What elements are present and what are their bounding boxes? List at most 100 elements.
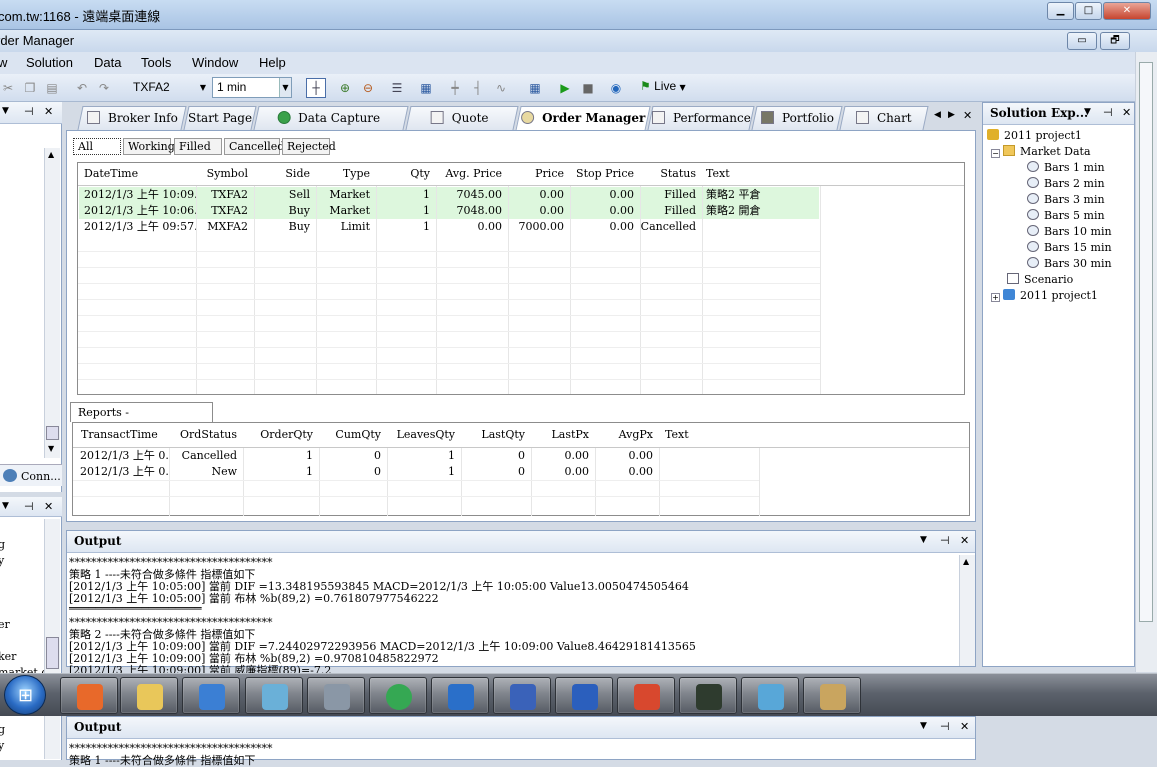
col-leaves-qty[interactable]: LeavesQty: [387, 424, 459, 446]
table-row[interactable]: 2012/1/3 上午 10:06... TXFA2 Buy Market 1 …: [79, 203, 819, 219]
chevron-down-icon[interactable]: ▼: [1084, 107, 1091, 117]
expand-icon[interactable]: +: [991, 293, 1000, 302]
table-row[interactable]: 2012/1/3 上午 0... New 1 0 1 0 0.00 0.00: [74, 464, 758, 480]
taskbar-app[interactable]: [555, 677, 613, 714]
doc-maximize-button[interactable]: 🗗: [1100, 32, 1130, 50]
redo-icon[interactable]: ↷: [96, 80, 112, 96]
globe-icon[interactable]: ◉: [608, 80, 624, 96]
tree-node-market-data[interactable]: − Market Data: [991, 144, 1091, 160]
scroll-thumb[interactable]: [46, 637, 59, 669]
col-type[interactable]: Type: [316, 163, 374, 185]
menu-tools[interactable]: Tools: [141, 55, 171, 70]
col-qty[interactable]: Qty: [376, 163, 434, 185]
close-icon[interactable]: ✕: [963, 109, 972, 122]
taskbar-app[interactable]: [741, 677, 799, 714]
zoom-in-icon[interactable]: ⊕: [337, 80, 353, 96]
col-text[interactable]: Text: [702, 163, 818, 185]
taskbar-app[interactable]: [369, 677, 427, 714]
start-button[interactable]: ⊞: [4, 675, 46, 715]
taskbar-app[interactable]: [431, 677, 489, 714]
scroll-up-icon[interactable]: ▲: [48, 150, 54, 159]
left-scrollbar-2[interactable]: [44, 519, 60, 759]
tree-node-bars[interactable]: Bars 2 min: [1027, 176, 1105, 192]
col-price[interactable]: Price: [508, 163, 568, 185]
col-transact-time[interactable]: TransactTime: [77, 424, 165, 446]
filter-tab-all[interactable]: All: [73, 138, 121, 155]
close-icon[interactable]: ✕: [960, 720, 969, 733]
tree-node-bars[interactable]: Bars 5 min: [1027, 208, 1105, 224]
col-side[interactable]: Side: [254, 163, 314, 185]
maximize-button[interactable]: □: [1075, 2, 1102, 20]
filter-tab-working[interactable]: Working: [123, 138, 175, 155]
pin-icon[interactable]: ⊣: [1103, 106, 1113, 119]
scroll-up-icon[interactable]: ▲: [963, 557, 969, 566]
taskbar-app[interactable]: [120, 677, 178, 714]
grid-icon[interactable]: ▦: [418, 80, 434, 96]
symbol-select[interactable]: TXFA2 ▼: [128, 77, 210, 98]
menu-window[interactable]: Window: [192, 55, 238, 70]
taskbar-app[interactable]: [493, 677, 551, 714]
tree-node-bars[interactable]: Bars 10 min: [1027, 224, 1112, 240]
doc-restore-button[interactable]: ▭: [1067, 32, 1097, 50]
taskbar-app[interactable]: [182, 677, 240, 714]
tree-node-project-2[interactable]: +2011 project1: [991, 288, 1098, 304]
taskbar-app[interactable]: [803, 677, 861, 714]
stop-icon[interactable]: ■: [580, 80, 596, 96]
minimize-button[interactable]: ▁: [1047, 2, 1074, 20]
close-icon[interactable]: ✕: [1122, 106, 1131, 119]
taskbar-app[interactable]: [307, 677, 365, 714]
scroll-left-icon[interactable]: ◀: [934, 110, 941, 120]
live-dropdown[interactable]: ⚑ Live ▼: [640, 79, 686, 93]
tree-node-project[interactable]: 2011 project1: [987, 128, 1082, 144]
col-report-text[interactable]: Text: [661, 424, 757, 446]
pin-icon[interactable]: ⊣: [940, 720, 950, 733]
tab-quote-monitor[interactable]: Quote Monitor: [405, 106, 519, 147]
col-symbol[interactable]: Symbol: [196, 163, 252, 185]
menu-data[interactable]: Data: [94, 55, 121, 70]
chevron-down-icon[interactable]: ▼: [920, 721, 927, 731]
col-avg-price[interactable]: Avg. Price: [436, 163, 506, 185]
interval-select[interactable]: 1 min ▼: [212, 77, 292, 98]
col-ord-status[interactable]: OrdStatus: [169, 424, 241, 446]
collapse-icon[interactable]: −: [991, 149, 1000, 158]
scroll-thumb[interactable]: [46, 426, 59, 440]
col-datetime[interactable]: DateTime: [80, 163, 196, 185]
crosshair-icon[interactable]: ┼: [306, 78, 326, 98]
tree-node-bars[interactable]: Bars 3 min: [1027, 192, 1105, 208]
left-scrollbar[interactable]: ▲ ▼: [44, 148, 60, 458]
col-last-qty[interactable]: LastQty: [461, 424, 529, 446]
candle-icon[interactable]: ┤: [470, 80, 486, 96]
tree-node-bars[interactable]: Bars 15 min: [1027, 240, 1112, 256]
taskbar-app[interactable]: [245, 677, 303, 714]
window-scrollbar[interactable]: [1135, 52, 1157, 672]
col-avg-px[interactable]: AvgPx: [595, 424, 657, 446]
filter-tab-rejected[interactable]: Rejected: [282, 138, 336, 155]
filter-tab-cancelled[interactable]: Cancelled: [224, 138, 284, 155]
menu-solution[interactable]: Solution: [26, 55, 73, 70]
tab-chart[interactable]: Chart: [839, 106, 929, 130]
col-last-px[interactable]: LastPx: [531, 424, 593, 446]
cut-icon[interactable]: ✂: [0, 80, 16, 96]
play-icon[interactable]: ▶: [557, 80, 573, 96]
table-row[interactable]: 2012/1/3 上午 0... Cancelled 1 0 1 0 0.00 …: [74, 448, 758, 464]
line-chart-icon[interactable]: ∿: [493, 80, 509, 96]
undo-icon[interactable]: ↶: [74, 80, 90, 96]
tab-broker-info[interactable]: Broker Info: [77, 106, 187, 130]
tab-start-page[interactable]: Start Page: [183, 106, 257, 130]
chevron-down-icon[interactable]: ▼: [920, 535, 927, 545]
reports-tab[interactable]: Reports - 120103095711 0: [70, 402, 213, 438]
close-icon[interactable]: ✕: [44, 500, 53, 513]
table-row[interactable]: 2012/1/3 上午 10:09... TXFA2 Sell Market 1…: [79, 187, 819, 203]
pin-icon[interactable]: ⊣: [24, 105, 34, 118]
pin-icon[interactable]: ⊣: [24, 500, 34, 513]
output-scrollbar[interactable]: ▲: [959, 555, 975, 666]
list-icon[interactable]: ☰: [389, 80, 405, 96]
chevron-down-icon[interactable]: ▼: [2, 501, 9, 511]
close-icon[interactable]: ✕: [960, 534, 969, 547]
menu-view[interactable]: w: [0, 55, 7, 70]
tab-order-manager[interactable]: Order Manager: [515, 106, 651, 131]
tab-data-capture[interactable]: Data Capture [Yuanta]: [253, 106, 409, 147]
tab-portfolio[interactable]: Portfolio: [751, 106, 843, 130]
scroll-thumb[interactable]: [1139, 62, 1153, 622]
copy-icon[interactable]: ❐: [22, 80, 38, 96]
